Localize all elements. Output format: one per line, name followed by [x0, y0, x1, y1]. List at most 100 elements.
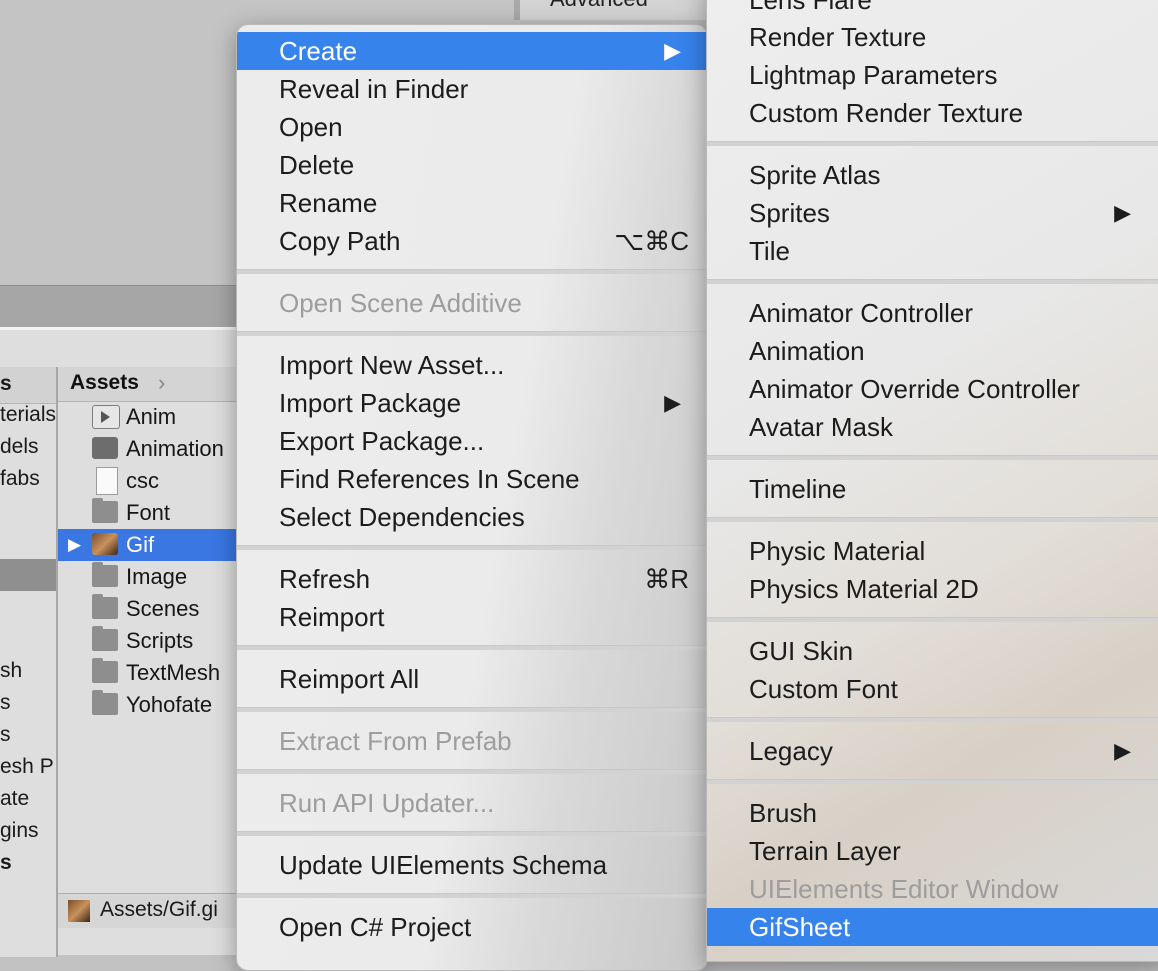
menu-item-physics-material-2d[interactable]: Physics Material 2D: [707, 570, 1158, 608]
menu-item-legacy[interactable]: Legacy ▶: [707, 732, 1158, 770]
menu-item-open[interactable]: Open: [237, 108, 707, 146]
asset-row-anim[interactable]: Anim: [58, 401, 240, 433]
expand-triangle-icon[interactable]: ▶: [68, 535, 81, 555]
menu-item-lens-flare[interactable]: Lens Flare: [707, 0, 1158, 19]
tree-item[interactable]: gins: [0, 819, 39, 843]
tree-item[interactable]: dels: [0, 435, 39, 459]
menu-item-open-csharp-project[interactable]: Open C# Project: [237, 908, 707, 946]
tree-item[interactable]: esh P: [0, 755, 54, 779]
menu-item-animator-controller[interactable]: Animator Controller: [707, 294, 1158, 332]
menu-item-label: Import New Asset...: [279, 350, 505, 380]
menu-item-gifsheet[interactable]: GifSheet: [707, 908, 1158, 946]
menu-item-brush[interactable]: Brush: [707, 794, 1158, 832]
menu-separator: [707, 455, 1158, 460]
folder-icon: [92, 658, 118, 683]
menu-item-gui-skin[interactable]: GUI Skin: [707, 632, 1158, 670]
menu-item-physic-material[interactable]: Physic Material: [707, 532, 1158, 570]
menu-item-custom-font[interactable]: Custom Font: [707, 670, 1158, 708]
menu-separator: [707, 141, 1158, 146]
asset-row-animation[interactable]: Animation: [58, 433, 240, 465]
asset-name: Anim: [126, 404, 177, 429]
menu-item-tile[interactable]: Tile: [707, 232, 1158, 270]
folder-icon: [92, 594, 118, 619]
asset-row-textmesh[interactable]: TextMesh: [58, 657, 240, 689]
menu-item-custom-render-texture[interactable]: Custom Render Texture: [707, 94, 1158, 132]
menu-item-export-package[interactable]: Export Package...: [237, 422, 707, 460]
tree-item[interactable]: terials: [0, 403, 56, 427]
tree-item[interactable]: s: [0, 851, 12, 875]
menu-item-label: Delete: [279, 150, 355, 180]
menu-item-find-references[interactable]: Find References In Scene: [237, 460, 707, 498]
menu-item-label: Rename: [279, 188, 378, 218]
menu-separator: [707, 517, 1158, 522]
folder-tree: s terials dels fabs sh s s esh P ate gin…: [0, 367, 58, 957]
folder-icon: [92, 498, 118, 523]
assets-breadcrumb-label[interactable]: Assets: [70, 371, 139, 395]
asset-row-gif[interactable]: ▶ Gif: [58, 529, 240, 561]
menu-item-rename[interactable]: Rename: [237, 184, 707, 222]
asset-path-bar: Assets/Gif.gi: [58, 893, 240, 928]
menu-item-copy-path[interactable]: Copy Path ⌥⌘C: [237, 222, 707, 260]
menu-item-label: Animator Controller: [749, 298, 973, 328]
asset-name: Animation: [126, 436, 224, 461]
tree-item[interactable]: s: [0, 723, 11, 747]
animation-clip-icon: [92, 405, 120, 429]
asset-row-font[interactable]: Font: [58, 497, 240, 529]
asset-row-scenes[interactable]: Scenes: [58, 593, 240, 625]
tree-item[interactable]: ate: [0, 787, 29, 811]
menu-item-sprite-atlas[interactable]: Sprite Atlas: [707, 156, 1158, 194]
menu-item-label: Physic Material: [749, 536, 926, 566]
menu-item-label: Custom Font: [749, 674, 898, 704]
menu-item-animator-override-controller[interactable]: Animator Override Controller: [707, 370, 1158, 408]
menu-item-reimport[interactable]: Reimport: [237, 598, 707, 636]
menu-item-terrain-layer[interactable]: Terrain Layer: [707, 832, 1158, 870]
submenu-arrow-icon: ▶: [664, 38, 681, 63]
menu-item-label: Reimport All: [279, 664, 420, 694]
menu-item-label: Import Package: [279, 388, 462, 418]
menu-item-animation[interactable]: Animation: [707, 332, 1158, 370]
menu-item-label: Open Scene Additive: [279, 288, 522, 318]
menu-item-reimport-all[interactable]: Reimport All: [237, 660, 707, 698]
menu-item-create[interactable]: Create ▶: [237, 32, 707, 70]
folder-icon: [92, 626, 118, 651]
tree-item[interactable]: fabs: [0, 467, 40, 491]
menu-item-import-package[interactable]: Import Package ▶: [237, 384, 707, 422]
menu-item-update-uielements-schema[interactable]: Update UIElements Schema: [237, 846, 707, 884]
menu-item-delete[interactable]: Delete: [237, 146, 707, 184]
menu-item-label: Legacy: [749, 736, 833, 766]
menu-item-import-new-asset[interactable]: Import New Asset...: [237, 346, 707, 384]
menu-item-avatar-mask[interactable]: Avatar Mask: [707, 408, 1158, 446]
menu-item-label: Copy Path: [279, 226, 401, 256]
menu-separator: [237, 707, 707, 712]
menu-item-lightmap-parameters[interactable]: Lightmap Parameters: [707, 56, 1158, 94]
document-icon: [96, 467, 118, 495]
menu-item-label: Brush: [749, 798, 817, 828]
menu-item-label: Terrain Layer: [749, 836, 901, 866]
menu-item-label: Select Dependencies: [279, 502, 525, 532]
shortcut-label: ⌥⌘C: [614, 226, 689, 256]
menu-item-timeline[interactable]: Timeline: [707, 470, 1158, 508]
submenu-arrow-icon: ▶: [664, 390, 681, 415]
menu-item-uielements-editor-window: UIElements Editor Window: [707, 870, 1158, 908]
asset-row-csc[interactable]: csc: [58, 465, 240, 497]
menu-item-reveal-in-finder[interactable]: Reveal in Finder: [237, 70, 707, 108]
menu-item-label: Sprites: [749, 198, 830, 228]
asset-row-image[interactable]: Image: [58, 561, 240, 593]
menu-item-refresh[interactable]: Refresh ⌘R: [237, 560, 707, 598]
folder-icon: [92, 690, 118, 715]
menu-item-select-dependencies[interactable]: Select Dependencies: [237, 498, 707, 536]
tree-header: s: [0, 367, 56, 404]
asset-row-yohofate[interactable]: Yohofate: [58, 689, 240, 721]
menu-item-sprites[interactable]: Sprites ▶: [707, 194, 1158, 232]
menu-separator: [707, 279, 1158, 284]
submenu-arrow-icon: ▶: [1114, 738, 1131, 763]
folder-icon: [92, 562, 118, 587]
menu-separator: [237, 893, 707, 898]
menu-item-run-api-updater: Run API Updater...: [237, 784, 707, 822]
tree-item[interactable]: s: [0, 691, 11, 715]
asset-row-scripts[interactable]: Scripts: [58, 625, 240, 657]
menu-item-render-texture[interactable]: Render Texture: [707, 18, 1158, 56]
menu-item-label: Animation: [749, 336, 865, 366]
assets-breadcrumb[interactable]: Assets ›: [58, 367, 240, 402]
tree-item[interactable]: sh: [0, 659, 22, 683]
